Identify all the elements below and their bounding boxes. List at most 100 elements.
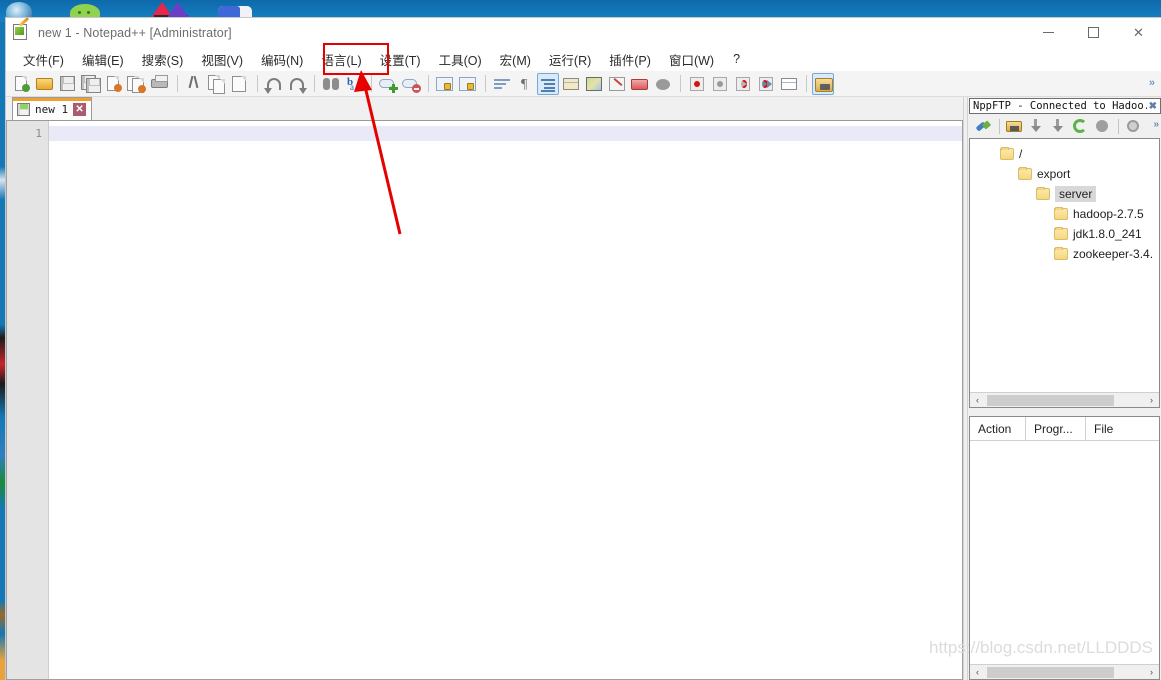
settings-gear-icon[interactable] <box>1123 116 1143 136</box>
tree-item-zookeeper[interactable]: zookeeper-3.4. <box>970 244 1159 264</box>
queue-horizontal-scrollbar[interactable]: ‹ › <box>970 664 1159 679</box>
function-list-icon[interactable] <box>606 73 628 95</box>
toolbar-separator <box>371 75 372 92</box>
menu-help[interactable]: ? <box>723 49 750 69</box>
menu-file[interactable]: 文件(F) <box>14 47 73 72</box>
scroll-thumb[interactable] <box>987 394 1114 406</box>
undo-icon[interactable] <box>263 73 285 95</box>
nppftp-close-icon[interactable]: ✖ <box>1147 101 1159 112</box>
sync-horizontal-icon[interactable] <box>457 73 479 95</box>
abort-icon[interactable] <box>1092 116 1112 136</box>
queue-rows[interactable] <box>970 441 1159 664</box>
open-directory-icon[interactable] <box>1004 116 1024 136</box>
minimize-button[interactable] <box>1026 18 1071 47</box>
zoom-in-icon[interactable] <box>377 73 399 95</box>
close-file-icon[interactable] <box>103 73 125 95</box>
maximize-button[interactable] <box>1071 18 1116 47</box>
tree-item-label: / <box>1019 147 1023 161</box>
close-all-icon[interactable] <box>126 73 148 95</box>
nppftp-toolbar-overflow-icon[interactable]: » <box>1153 119 1159 130</box>
connect-icon[interactable] <box>973 116 993 136</box>
scroll-track[interactable] <box>985 393 1144 407</box>
save-all-icon[interactable] <box>80 73 102 95</box>
run-macro-multiple-icon[interactable] <box>755 73 777 95</box>
tree-items: / export server hadoop-2.7.5 jdk1.8.0_24… <box>970 139 1159 392</box>
tree-item-label: hadoop-2.7.5 <box>1073 207 1144 221</box>
toolbar-separator <box>177 75 178 92</box>
menu-window[interactable]: 窗口(W) <box>660 47 723 72</box>
stop-macro-icon[interactable] <box>709 73 731 95</box>
upload-icon[interactable] <box>1048 116 1068 136</box>
menu-settings[interactable]: 设置(T) <box>371 47 430 72</box>
tab-new-1[interactable]: new 1 ✕ <box>12 97 93 120</box>
record-macro-icon[interactable] <box>686 73 708 95</box>
content-area: new 1 ✕ 1 NppFTP - Connected to Hadoo...… <box>6 97 1161 680</box>
menu-macro[interactable]: 宏(M) <box>491 47 540 72</box>
redo-icon[interactable] <box>286 73 308 95</box>
menu-search[interactable]: 搜索(S) <box>133 47 193 72</box>
menu-encoding[interactable]: 编码(N) <box>252 47 312 72</box>
tree-item-jdk[interactable]: jdk1.8.0_241 <box>970 224 1159 244</box>
scroll-track[interactable] <box>985 665 1144 679</box>
title-bar: new 1 - Notepad++ [Administrator] ✕ <box>6 17 1161 47</box>
tree-item-root[interactable]: / <box>970 144 1159 164</box>
show-all-chars-icon[interactable]: ¶ <box>514 73 536 95</box>
scroll-right-icon[interactable]: › <box>1144 395 1159 405</box>
menu-language[interactable]: 语言(L) <box>312 47 370 72</box>
menu-view[interactable]: 视图(V) <box>192 47 252 72</box>
column-header-file[interactable]: File <box>1086 417 1159 440</box>
find-icon[interactable] <box>320 73 342 95</box>
save-icon[interactable] <box>57 73 79 95</box>
ftp-icon[interactable] <box>812 72 834 95</box>
tree-item-label: server <box>1055 186 1097 202</box>
download-icon[interactable] <box>1026 116 1046 136</box>
close-button[interactable]: ✕ <box>1116 18 1161 47</box>
scroll-right-icon[interactable]: › <box>1144 667 1159 677</box>
tab-close-icon[interactable]: ✕ <box>73 102 87 116</box>
word-wrap-icon[interactable] <box>491 73 513 95</box>
editor-pane: new 1 ✕ 1 <box>6 97 963 680</box>
current-line-highlight <box>49 126 962 141</box>
menu-tools[interactable]: 工具(O) <box>430 47 491 72</box>
scroll-thumb[interactable] <box>987 666 1114 678</box>
folder-icon <box>1018 167 1032 180</box>
zoom-out-icon[interactable] <box>400 73 422 95</box>
scroll-left-icon[interactable]: ‹ <box>970 395 985 405</box>
save-macro-icon[interactable] <box>778 73 800 95</box>
print-icon[interactable] <box>149 73 171 95</box>
nppftp-toolbar-separator <box>1118 118 1119 134</box>
toolbar-separator <box>314 75 315 92</box>
queue-column-headers: Action Progr... File <box>970 417 1159 441</box>
menu-run[interactable]: 运行(R) <box>540 47 600 72</box>
replace-icon[interactable]: ba <box>343 73 365 95</box>
open-file-icon[interactable] <box>34 73 56 95</box>
new-file-icon[interactable] <box>11 73 33 95</box>
folder-as-workspace-icon[interactable] <box>629 73 651 95</box>
copy-icon[interactable] <box>206 73 228 95</box>
document-map-icon[interactable] <box>583 73 605 95</box>
tree-item-label: export <box>1037 167 1071 181</box>
indent-guide-icon[interactable] <box>537 72 559 95</box>
tree-horizontal-scrollbar[interactable]: ‹ › <box>970 392 1159 407</box>
paste-icon[interactable] <box>229 73 251 95</box>
column-header-progress[interactable]: Progr... <box>1026 417 1086 440</box>
column-header-action[interactable]: Action <box>970 417 1026 440</box>
monitoring-icon[interactable] <box>652 73 674 95</box>
refresh-icon[interactable] <box>1070 116 1090 136</box>
sync-vertical-icon[interactable] <box>434 73 456 95</box>
nppftp-title-bar: NppFTP - Connected to Hadoo... ✖ <box>969 98 1161 114</box>
tree-item-export[interactable]: export <box>970 164 1159 184</box>
cut-icon[interactable] <box>183 73 205 95</box>
window-title: new 1 - Notepad++ [Administrator] <box>38 25 232 40</box>
toolbar-overflow-icon[interactable]: » <box>1149 77 1155 89</box>
tree-item-server[interactable]: server <box>970 184 1159 204</box>
text-editor-area[interactable] <box>49 121 962 679</box>
remote-file-tree[interactable]: / export server hadoop-2.7.5 jdk1.8.0_24… <box>969 138 1160 408</box>
user-define-dialog-icon[interactable] <box>560 73 582 95</box>
menu-edit[interactable]: 编辑(E) <box>73 47 133 72</box>
menu-plugins[interactable]: 插件(P) <box>600 47 660 72</box>
scroll-left-icon[interactable]: ‹ <box>970 667 985 677</box>
editor-body[interactable]: 1 <box>6 121 963 680</box>
tree-item-hadoop[interactable]: hadoop-2.7.5 <box>970 204 1159 224</box>
play-macro-icon[interactable] <box>732 73 754 95</box>
